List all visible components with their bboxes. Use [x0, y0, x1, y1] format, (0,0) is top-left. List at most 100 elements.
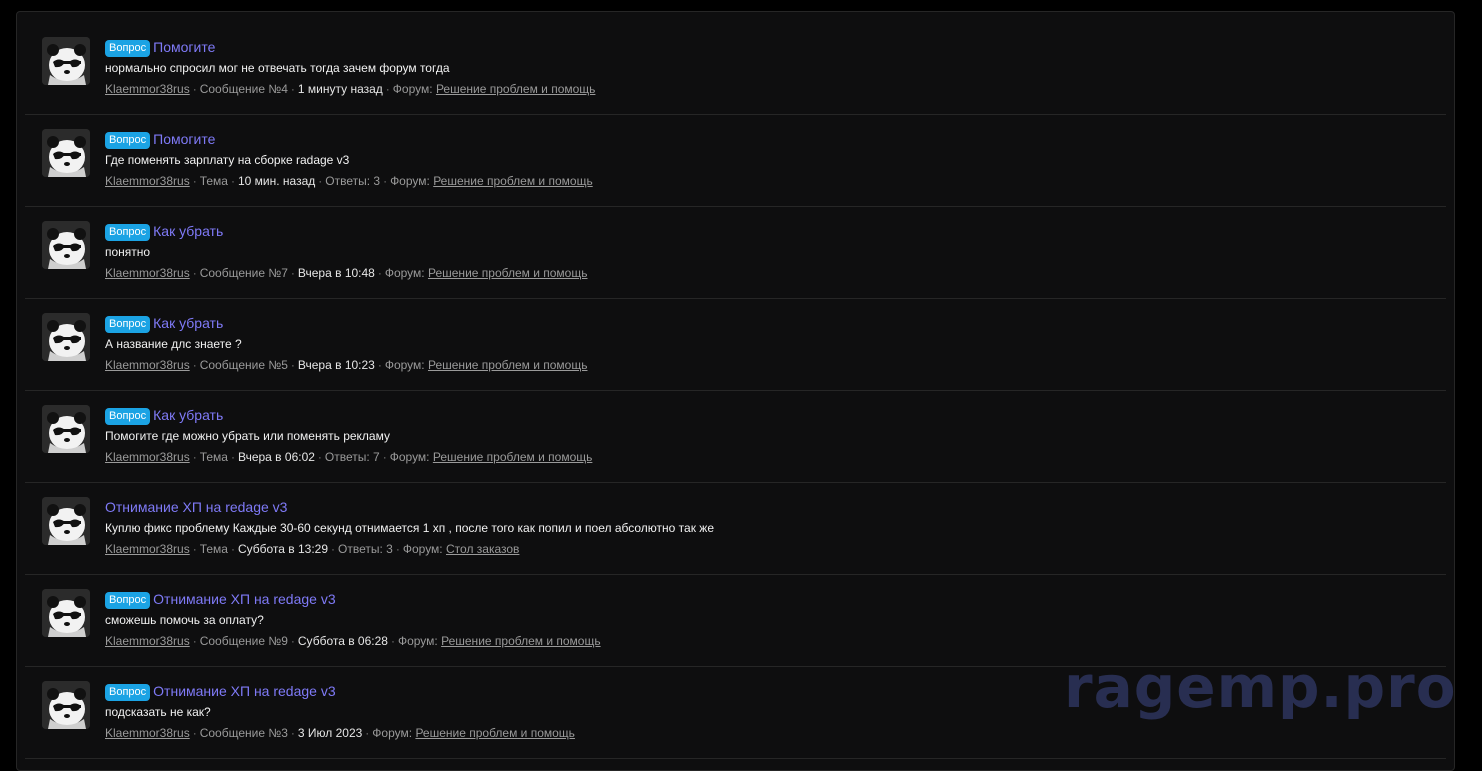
- forum-prefix: Форум:: [384, 358, 425, 372]
- avatar[interactable]: [42, 497, 90, 545]
- post-kind: Тема: [199, 542, 228, 556]
- thread-title-link[interactable]: Как убрать: [153, 223, 223, 239]
- avatar[interactable]: [42, 221, 90, 269]
- post-kind: Сообщение №9: [199, 634, 288, 648]
- post-snippet[interactable]: Куплю фикс проблему Каждые 30-60 секунд …: [105, 520, 1436, 536]
- post-snippet[interactable]: нормально спросил мог не отвечать тогда …: [105, 60, 1436, 76]
- separator: ·: [192, 266, 197, 280]
- forum-prefix: Форум:: [392, 82, 433, 96]
- thread-title-link[interactable]: Отнимание ХП на redage v3: [105, 499, 287, 515]
- separator: ·: [230, 174, 235, 188]
- thread-title-link[interactable]: Помогите: [153, 39, 215, 55]
- separator: ·: [290, 726, 295, 740]
- thread-title-link[interactable]: Отнимание ХП на redage v3: [153, 591, 335, 607]
- list-item: Вопрос Как убрать понятно Klaemmor38rus · С…: [25, 207, 1446, 299]
- separator: ·: [230, 450, 235, 464]
- question-badge[interactable]: Вопрос: [105, 316, 151, 333]
- forum-link[interactable]: Решение проблем и помощь: [415, 726, 575, 740]
- list-item: Вопрос Как убрать А название длс знаете ?…: [25, 299, 1446, 391]
- post-snippet[interactable]: сможешь помочь за оплату?: [105, 612, 1436, 628]
- author-link[interactable]: Klaemmor38rus: [105, 450, 190, 464]
- panda-avatar-icon: [42, 497, 90, 545]
- post-time: 3 Июл 2023: [297, 726, 363, 740]
- post-time: Вчера в 06:02: [237, 450, 315, 464]
- thread-title-link[interactable]: Отнимание ХП на redage v3: [153, 683, 335, 699]
- watermark-text: ragemp.pro: [1064, 653, 1457, 721]
- author-link[interactable]: Klaemmor38rus: [105, 726, 190, 740]
- forum-prefix: Форум:: [389, 450, 430, 464]
- results-list: Вопрос Помогите нормально спросил мог не …: [25, 23, 1446, 759]
- reply-count: Ответы: 7: [324, 450, 380, 464]
- post-meta: Klaemmor38rus · Сообщение №9 · Суббота в 06:…: [105, 633, 1436, 649]
- list-item: Вопрос Помогите нормально спросил мог не …: [25, 23, 1446, 115]
- question-badge[interactable]: Вопрос: [105, 132, 151, 149]
- post-kind: Сообщение №7: [199, 266, 288, 280]
- avatar[interactable]: [42, 313, 90, 361]
- post-meta: Klaemmor38rus · Сообщение №7 · Вчера в 10:48…: [105, 265, 1436, 281]
- separator: ·: [192, 542, 197, 556]
- question-badge[interactable]: Вопрос: [105, 592, 151, 609]
- author-link[interactable]: Klaemmor38rus: [105, 174, 190, 188]
- post-time: Суббота в 13:29: [237, 542, 329, 556]
- post-kind: Тема: [199, 450, 228, 464]
- post-snippet[interactable]: Где поменять зарплату на сборке radage v…: [105, 152, 1436, 168]
- separator: ·: [192, 358, 197, 372]
- question-badge[interactable]: Вопрос: [105, 224, 151, 241]
- avatar[interactable]: [42, 681, 90, 729]
- forum-link[interactable]: Решение проблем и помощь: [428, 266, 588, 280]
- separator: ·: [192, 634, 197, 648]
- avatar[interactable]: [42, 405, 90, 453]
- forum-link[interactable]: Стол заказов: [446, 542, 519, 556]
- separator: ·: [365, 726, 370, 740]
- separator: ·: [290, 358, 295, 372]
- forum-link[interactable]: Решение проблем и помощь: [433, 174, 593, 188]
- separator: ·: [395, 542, 400, 556]
- author-link[interactable]: Klaemmor38rus: [105, 82, 190, 96]
- separator: ·: [383, 174, 388, 188]
- post-kind: Сообщение №5: [199, 358, 288, 372]
- author-link[interactable]: Klaemmor38rus: [105, 266, 190, 280]
- forum-link[interactable]: Решение проблем и помощь: [428, 358, 588, 372]
- forum-link[interactable]: Решение проблем и помощь: [436, 82, 596, 96]
- post-snippet[interactable]: А название длс знаете ?: [105, 336, 1436, 352]
- avatar[interactable]: [42, 37, 90, 85]
- thread-title-link[interactable]: Как убрать: [153, 315, 223, 331]
- separator: ·: [230, 542, 235, 556]
- thread-title-link[interactable]: Помогите: [153, 131, 215, 147]
- question-badge[interactable]: Вопрос: [105, 40, 151, 57]
- post-kind: Тема: [199, 174, 228, 188]
- question-badge[interactable]: Вопрос: [105, 408, 151, 425]
- forum-prefix: Форум:: [384, 266, 425, 280]
- panda-avatar-icon: [42, 129, 90, 177]
- post-time: Вчера в 10:48: [297, 266, 375, 280]
- forum-prefix: Форум:: [372, 726, 413, 740]
- separator: ·: [331, 542, 336, 556]
- forum-link[interactable]: Решение проблем и помощь: [433, 450, 593, 464]
- separator: ·: [390, 634, 395, 648]
- avatar[interactable]: [42, 129, 90, 177]
- forum-prefix: Форум:: [397, 634, 438, 648]
- separator: ·: [192, 82, 197, 96]
- post-snippet[interactable]: Помогите где можно убрать или поменять р…: [105, 428, 1436, 444]
- post-kind: Сообщение №4: [199, 82, 288, 96]
- panda-avatar-icon: [42, 405, 90, 453]
- post-snippet[interactable]: понятно: [105, 244, 1436, 260]
- post-kind: Сообщение №3: [199, 726, 288, 740]
- list-item: Отнимание ХП на redage v3 Куплю фикс про…: [25, 483, 1446, 575]
- author-link[interactable]: Klaemmor38rus: [105, 634, 190, 648]
- separator: ·: [318, 174, 323, 188]
- question-badge[interactable]: Вопрос: [105, 684, 151, 701]
- avatar[interactable]: [42, 589, 90, 637]
- separator: ·: [377, 358, 382, 372]
- thread-title-link[interactable]: Как убрать: [153, 407, 223, 423]
- separator: ·: [290, 634, 295, 648]
- separator: ·: [192, 174, 197, 188]
- separator: ·: [385, 82, 390, 96]
- author-link[interactable]: Klaemmor38rus: [105, 358, 190, 372]
- post-time: Вчера в 10:23: [297, 358, 375, 372]
- forum-link[interactable]: Решение проблем и помощь: [441, 634, 601, 648]
- separator: ·: [382, 450, 387, 464]
- author-link[interactable]: Klaemmor38rus: [105, 542, 190, 556]
- post-meta: Klaemmor38rus·Сообщение №3·3 Июл 2023··Ф…: [105, 725, 1436, 741]
- forum-prefix: Форум:: [390, 174, 430, 188]
